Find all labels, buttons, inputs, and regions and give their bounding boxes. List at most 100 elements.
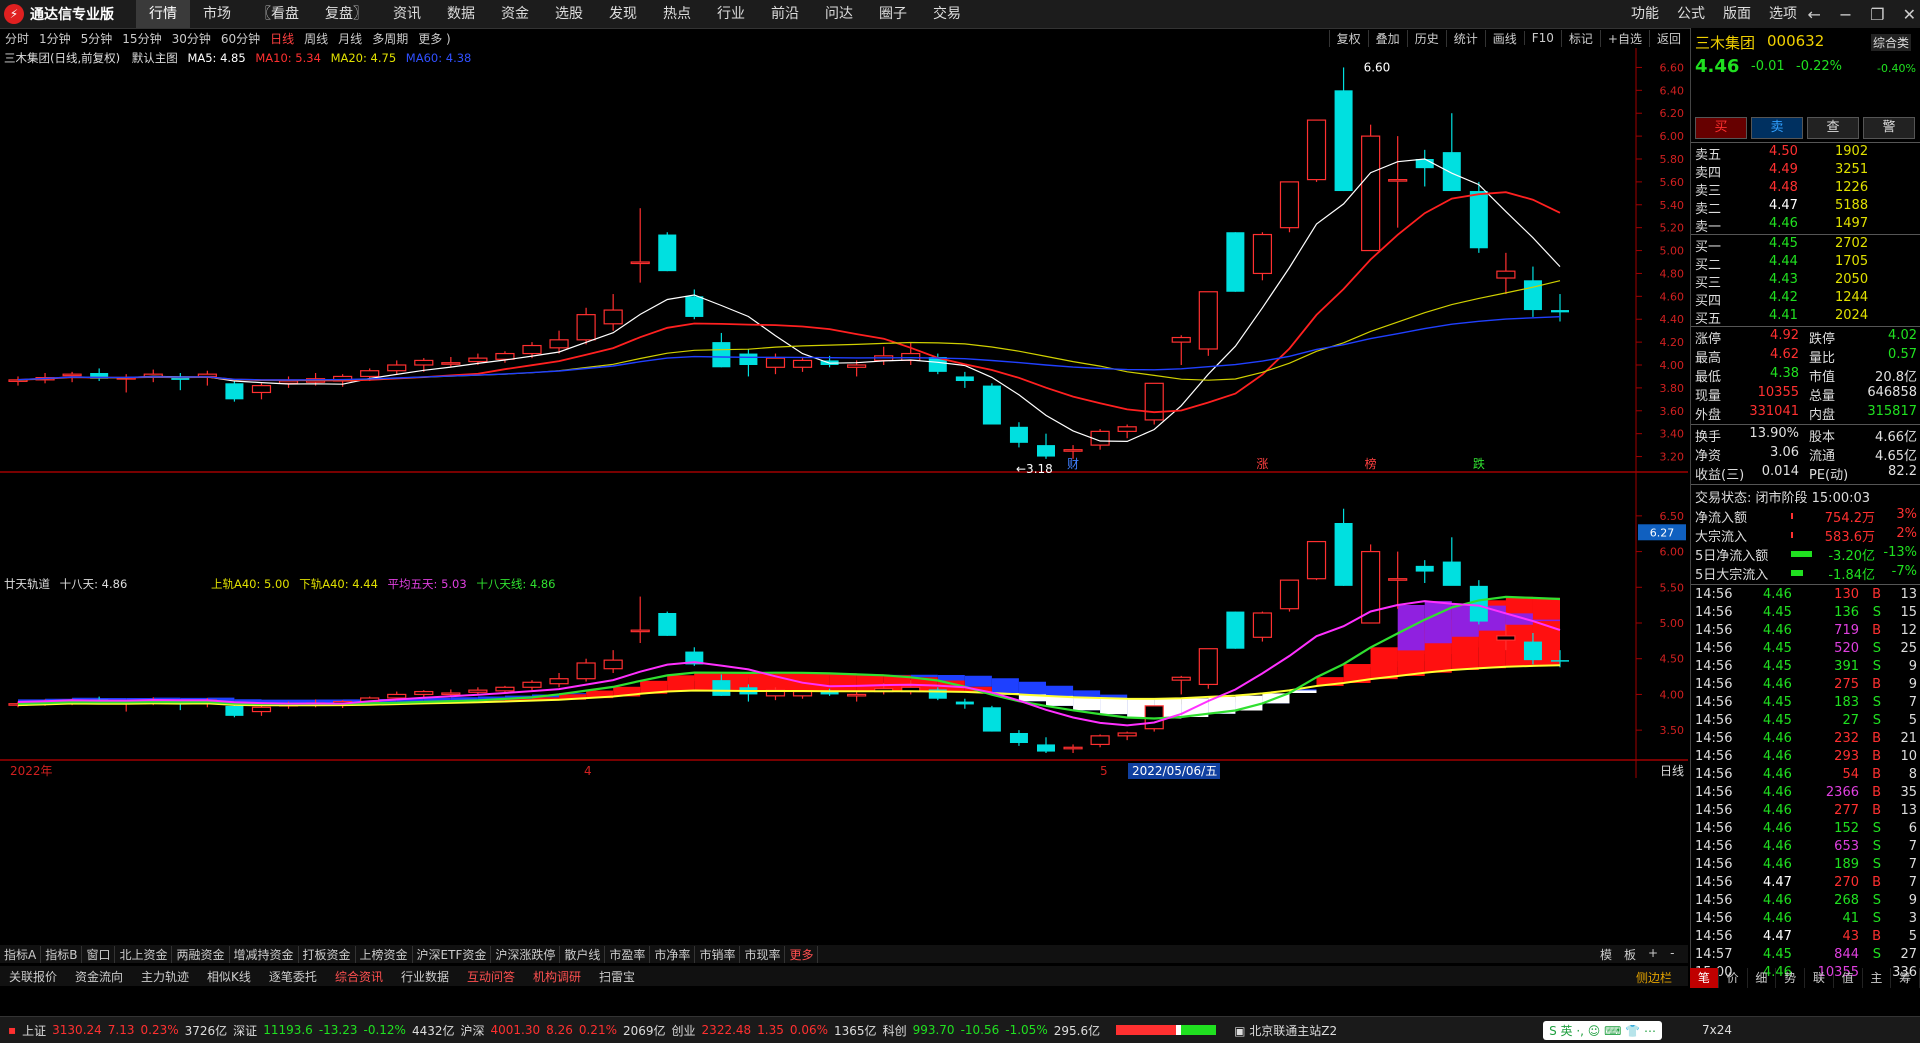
menu-item[interactable]: 行情 [136,0,190,28]
trade-button[interactable]: 卖 [1751,117,1803,139]
server-name[interactable]: ▣ 北京联通主站Z2 [1234,1022,1337,1039]
period-tab[interactable]: 5分钟 [76,30,118,47]
period-tab[interactable]: 15分钟 [117,30,166,47]
index-quote[interactable]: 7.13 [108,1023,135,1037]
indicator-tab[interactable]: 沪深ETF资金 [413,946,492,963]
index-quote[interactable]: 11193.6 [263,1023,313,1037]
indicator-tab[interactable]: 上榜资金 [356,946,413,963]
index-quote[interactable]: 0.21% [579,1023,617,1037]
right-menu-item[interactable]: 选项 [1760,0,1806,28]
quote-side-tab[interactable]: 值 [1834,968,1863,988]
index-quote[interactable]: 1365亿 [834,1022,877,1039]
index-quote[interactable]: 8.26 [546,1023,573,1037]
period-tab[interactable]: 日线 [265,30,299,47]
menu-item[interactable]: 发现 [596,0,650,28]
menu-item[interactable]: 问达 [812,0,866,28]
chart-tool-button[interactable]: 标记 [1561,30,1600,47]
info-tab[interactable]: 主力轨迹 [132,968,198,985]
sidebar-toggle[interactable]: 侧边栏 [1636,969,1672,986]
index-quote[interactable]: 993.70 [913,1023,955,1037]
indicator-tab[interactable]: 打板资金 [299,946,356,963]
panel-control[interactable]: + [1648,946,1658,963]
quote-side-tab[interactable]: 势 [1776,968,1805,988]
panel-control[interactable]: 板 [1624,946,1636,963]
index-quote[interactable]: 0.23% [141,1023,179,1037]
period-tab[interactable]: 60分钟 [216,30,265,47]
indicator-tab[interactable]: 沪深涨跌停 [491,946,560,963]
indicator-tab[interactable]: 市现率 [740,946,785,963]
period-tab[interactable]: 1分钟 [34,30,76,47]
info-tab[interactable]: 机构调研 [524,968,590,985]
indicator-tab[interactable]: 指标B [41,946,82,963]
panel-control[interactable]: - [1670,946,1674,963]
info-tab[interactable]: 相似K线 [198,968,260,985]
period-tab[interactable]: 多周期 [367,30,413,47]
index-quote[interactable]: 2322.48 [702,1023,752,1037]
menu-item[interactable]: 复盘〗 [312,0,380,28]
menu-item[interactable]: 热点 [650,0,704,28]
right-menu-item[interactable]: 公式 [1668,0,1714,28]
index-quote[interactable]: 0.06% [790,1023,828,1037]
indicator-tab[interactable]: 市销率 [695,946,740,963]
kline-chart[interactable]: 6.606.406.206.005.805.605.405.205.004.80… [0,48,1688,943]
chart-tool-button[interactable]: 画线 [1485,30,1524,47]
index-quote[interactable]: 3726亿 [185,1022,228,1039]
quote-side-tab[interactable]: 主 [1863,968,1892,988]
menu-item[interactable]: 选股 [542,0,596,28]
index-quote[interactable]: 2069亿 [623,1022,666,1039]
menu-item[interactable]: 行业 [704,0,758,28]
back-icon[interactable]: ← [1807,5,1820,24]
indicator-tab[interactable]: 窗口 [82,946,115,963]
chart-tool-button[interactable]: 叠加 [1368,30,1407,47]
info-tab[interactable]: 逐笔委托 [260,968,326,985]
minimize-icon[interactable]: − [1839,5,1852,24]
chart-tool-button[interactable]: 历史 [1407,30,1446,47]
chart-tool-button[interactable]: +自选 [1600,30,1649,47]
panel-control[interactable]: 模 [1600,946,1612,963]
right-menu-item[interactable]: 功能 [1622,0,1668,28]
restore-icon[interactable]: ❐ [1870,5,1884,24]
chart-tool-button[interactable]: 复权 [1329,30,1368,47]
indicator-tab[interactable]: 两融资金 [172,946,229,963]
indicator-tab[interactable]: 散户线 [560,946,605,963]
menu-item[interactable]: 〖看盘 [244,0,312,28]
news-clock[interactable]: 7x24 [1702,1023,1732,1037]
close-icon[interactable]: ✕ [1903,5,1916,24]
quote-side-tab[interactable]: 价 [1719,968,1748,988]
period-tab[interactable]: 分时 [0,30,34,47]
trade-button[interactable]: 警 [1863,117,1915,139]
indicator-tab[interactable]: 增减持资金 [230,946,299,963]
chart-tool-button[interactable]: 返回 [1649,30,1688,47]
index-quote[interactable]: 4001.30 [491,1023,541,1037]
ime-indicator[interactable]: S 英 ·, ☺ ⌨ 👕 ⋯ [1543,1021,1662,1040]
right-menu-item[interactable]: 版面 [1714,0,1760,28]
index-quote[interactable]: 上证 [22,1022,46,1039]
menu-item[interactable]: 市场 [190,0,244,28]
menu-item[interactable]: 交易 [920,0,974,28]
chart-tool-button[interactable]: 统计 [1446,30,1485,47]
indicator-tab[interactable]: 更多 [785,946,818,963]
index-quote[interactable]: 1.35 [757,1023,784,1037]
indicator-tab[interactable]: 指标A [0,946,41,963]
trade-button[interactable]: 查 [1807,117,1859,139]
info-tab[interactable]: 行业数据 [392,968,458,985]
period-tab[interactable]: 周线 [299,30,333,47]
index-quote[interactable]: 科创 [883,1022,907,1039]
index-quote[interactable]: -1.05% [1005,1023,1047,1037]
indicator-tab[interactable]: 市净率 [650,946,695,963]
index-quote[interactable]: 3130.24 [52,1023,102,1037]
menu-item[interactable]: 资讯 [380,0,434,28]
info-tab[interactable]: 综合资讯 [326,968,392,985]
period-tab[interactable]: 月线 [333,30,367,47]
quote-side-tab[interactable]: 细 [1748,968,1777,988]
menu-item[interactable]: 前沿 [758,0,812,28]
trade-button[interactable]: 买 [1695,117,1747,139]
index-quote[interactable]: 创业 [672,1022,696,1039]
indicator-tab[interactable]: 市盈率 [605,946,650,963]
info-tab[interactable]: 关联报价 [0,968,66,985]
quote-side-tab[interactable]: 筹 [1891,968,1920,988]
index-quote[interactable]: -0.12% [364,1023,406,1037]
quote-side-tab[interactable]: 笔 [1690,968,1719,988]
menu-item[interactable]: 圈子 [866,0,920,28]
index-quote[interactable]: 深证 [233,1022,257,1039]
